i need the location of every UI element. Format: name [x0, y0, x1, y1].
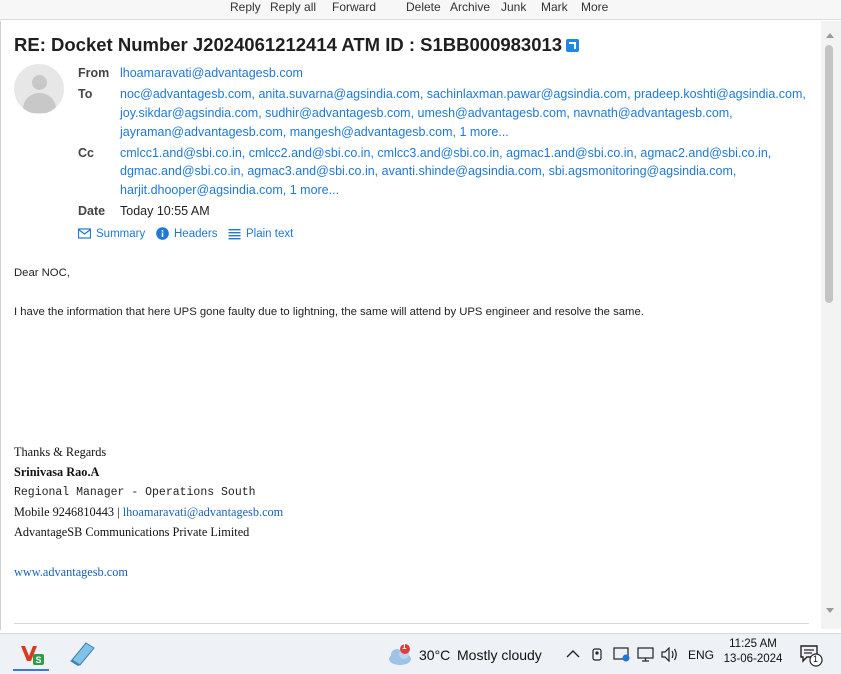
cc-recipients-line[interactable]: harjit.dhooper@agsindia.com, 1 more...	[120, 183, 339, 197]
date-value: Today 10:55 AM	[120, 204, 210, 218]
active-app-indicator	[13, 669, 49, 671]
forward-button[interactable]: Forward	[332, 0, 376, 16]
plain-text-view-link[interactable]: Plain text	[246, 228, 293, 240]
language-indicator[interactable]: ENG	[688, 648, 714, 662]
volume-icon[interactable]	[661, 647, 679, 662]
message-subject: RE: Docket Number J2024061212414 ATM ID …	[14, 34, 580, 56]
temperature[interactable]: 30°C	[419, 647, 450, 663]
subject-text: RE: Docket Number J2024061212414 ATM ID …	[14, 34, 563, 55]
body-greeting: Dear NOC,	[14, 267, 70, 279]
cc-label: Cc	[78, 146, 94, 160]
cc-recipients-line[interactable]: cmlcc1.and@sbi.co.in, cmlcc2.and@sbi.co.…	[120, 146, 771, 160]
clock-date: 13-06-2024	[723, 653, 783, 665]
sender-avatar	[14, 64, 64, 114]
summary-view-link[interactable]: Summary	[96, 228, 145, 240]
chevron-up-icon[interactable]	[566, 649, 580, 659]
date-label: Date	[78, 204, 106, 218]
cc-recipients-line[interactable]: dgmac.and@sbi.co.in, agmac3.and@sbi.co.i…	[120, 164, 736, 178]
security-icon[interactable]	[613, 646, 631, 662]
archive-button[interactable]: Archive	[450, 0, 490, 16]
to-recipients-line[interactable]: joy.sikdar@agsindia.com, sudhir@advantag…	[120, 106, 733, 120]
meet-now-icon[interactable]	[591, 647, 605, 662]
weather-condition[interactable]: Mostly cloudy	[457, 647, 542, 663]
to-recipients-line[interactable]: jayraman@advantagesb.com, mangesh@advant…	[120, 125, 509, 139]
reply-button[interactable]: Reply	[230, 0, 261, 16]
svg-text:S: S	[35, 655, 41, 665]
headers-view-link[interactable]: Headers	[174, 228, 217, 240]
scroll-down-icon[interactable]	[826, 608, 834, 613]
signature-email-link[interactable]: lhoamaravati@advantagesb.com	[123, 505, 284, 519]
from-label: From	[78, 66, 110, 80]
body-paragraph: I have the information that here UPS gon…	[14, 306, 644, 318]
weather-alert-badge: 1	[402, 642, 407, 651]
junk-button[interactable]: Junk	[501, 0, 526, 16]
cloud-weather-icon[interactable]	[386, 644, 413, 666]
taskbar-app-notes[interactable]	[64, 638, 100, 671]
from-address[interactable]: lhoamaravati@advantagesb.com	[120, 66, 303, 80]
signature-company: AdvantageSB Communications Private Limit…	[14, 525, 250, 539]
signature-website-link[interactable]: www.advantagesb.com	[14, 565, 128, 580]
signature-title: Regional Manager - Operations South	[14, 486, 256, 499]
to-label: To	[78, 87, 93, 101]
taskbar-app-vivaldi[interactable]: S	[13, 638, 49, 671]
signature-name: Srinivasa Rao.A	[14, 465, 100, 479]
signature-mobile-number: Mobile 9246810443 |	[14, 505, 120, 519]
more-button[interactable]: More	[581, 0, 608, 16]
to-recipients-line[interactable]: noc@advantagesb.com, anita.suvarna@agsin…	[120, 87, 806, 101]
notification-count: 1	[813, 654, 819, 664]
info-icon[interactable]	[156, 227, 169, 240]
system-clock[interactable]: 11:25 AM 13-06-2024	[723, 638, 783, 665]
notes-app-icon	[70, 642, 95, 666]
reply-all-button[interactable]: Reply all	[270, 0, 316, 16]
list-icon[interactable]	[228, 227, 241, 240]
signature-mobile: Mobile 9246810443 | lhoamaravati@advanta…	[14, 505, 283, 520]
taskbar: S 1 30°C Mostly cloudy ENG 11:25 AM 13-0…	[0, 633, 841, 674]
open-external-icon[interactable]	[566, 39, 580, 52]
signature-thanks: Thanks & Regards	[14, 445, 107, 459]
envelope-icon[interactable]	[78, 227, 91, 240]
vertical-scrollbar[interactable]	[821, 21, 841, 629]
notification-center-icon[interactable]	[800, 645, 824, 667]
scrollbar-thumb[interactable]	[825, 45, 833, 303]
scroll-up-icon[interactable]	[826, 33, 834, 38]
vivaldi-app-icon: S	[21, 646, 44, 665]
delete-button[interactable]: Delete	[406, 0, 441, 16]
message-toolbar: Reply Reply all Forward Delete Archive J…	[0, 0, 841, 20]
network-icon[interactable]	[637, 647, 655, 662]
bottom-divider	[14, 623, 809, 624]
clock-time: 11:25 AM	[729, 638, 777, 650]
mark-button[interactable]: Mark	[541, 0, 568, 16]
